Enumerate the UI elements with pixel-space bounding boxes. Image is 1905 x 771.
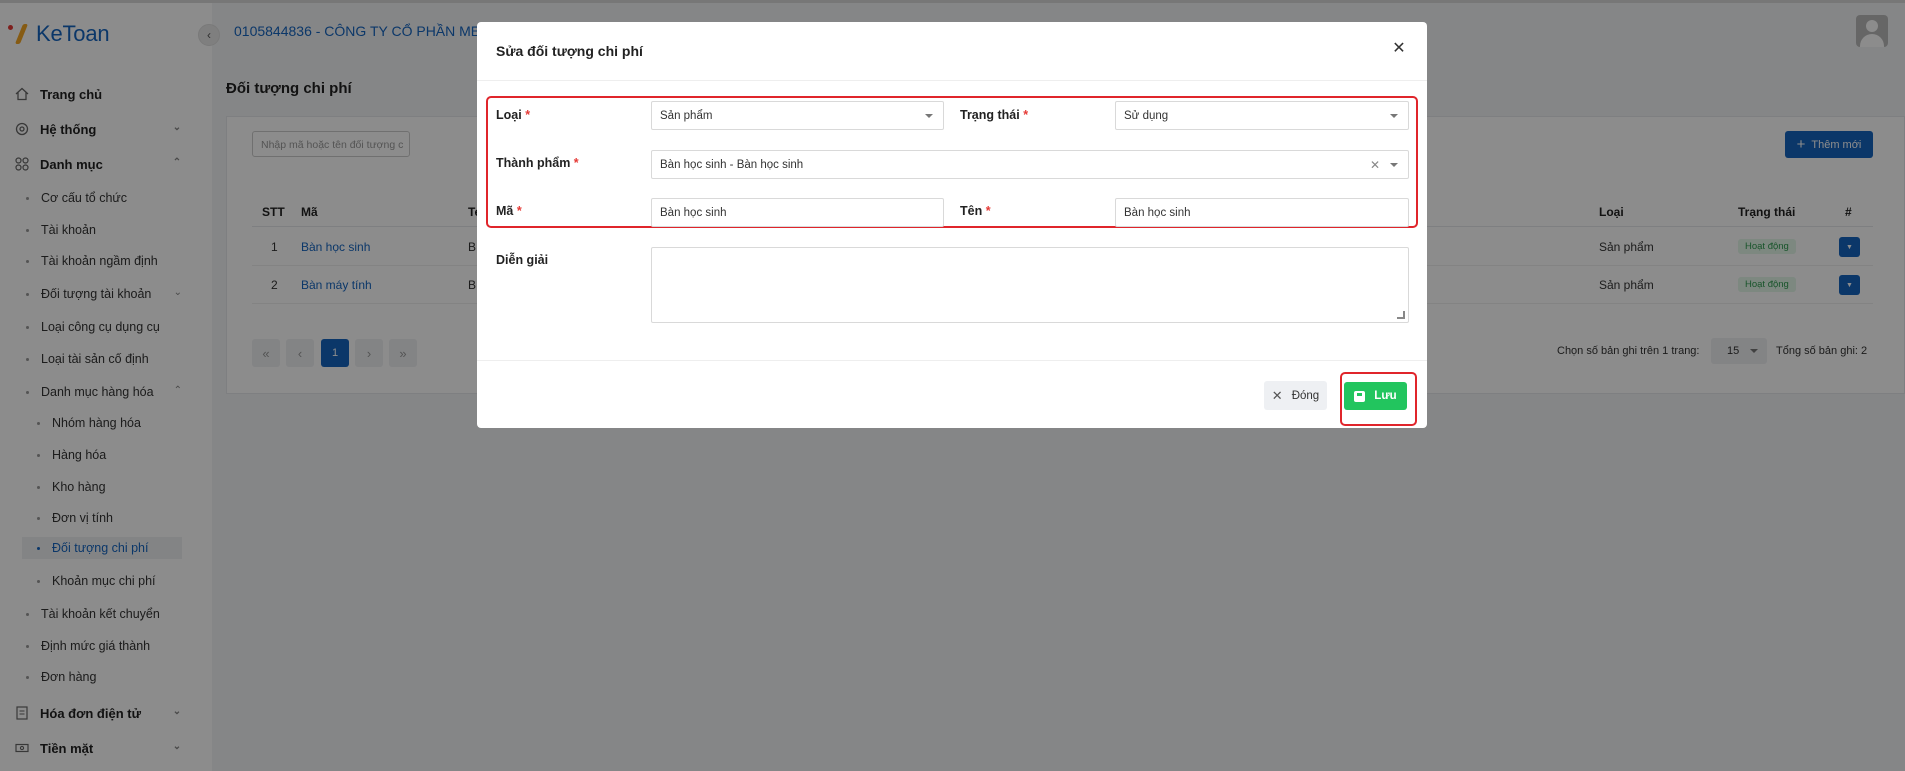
close-button-label: Đóng bbox=[1291, 389, 1320, 402]
status-select[interactable]: Sử dụng bbox=[1115, 101, 1409, 130]
status-label: Trạng thái * bbox=[960, 108, 1029, 122]
code-input[interactable]: Bàn học sinh bbox=[651, 198, 944, 227]
caret-down-icon bbox=[1390, 163, 1398, 167]
name-label: Tên * bbox=[960, 204, 991, 218]
caret-down-icon bbox=[925, 114, 933, 118]
close-icon: ✕ bbox=[1271, 387, 1283, 403]
product-select[interactable]: Bàn học sinh - Bàn học sinh ✕ bbox=[651, 150, 1409, 179]
save-button[interactable]: Lưu bbox=[1344, 382, 1407, 410]
description-textarea[interactable] bbox=[651, 247, 1409, 323]
type-label: Loại * bbox=[496, 108, 531, 122]
name-input[interactable]: Bàn học sinh bbox=[1115, 198, 1409, 227]
edit-cost-object-dialog: Sửa đối tượng chi phí ✕ Loại * Sản phẩm … bbox=[477, 22, 1427, 428]
close-button[interactable]: ✕ Đóng bbox=[1264, 381, 1327, 410]
product-label: Thành phẩm * bbox=[496, 156, 579, 170]
save-button-label: Lưu bbox=[1374, 390, 1397, 402]
resize-handle-icon[interactable] bbox=[1397, 311, 1405, 319]
description-label: Diễn giải bbox=[496, 253, 549, 267]
close-icon[interactable]: ✕ bbox=[1391, 41, 1407, 57]
dialog-title: Sửa đối tượng chi phí bbox=[496, 43, 643, 59]
divider bbox=[477, 80, 1427, 81]
type-select[interactable]: Sản phẩm bbox=[651, 101, 944, 130]
save-icon bbox=[1354, 390, 1366, 402]
divider bbox=[477, 360, 1427, 361]
code-label: Mã * bbox=[496, 204, 522, 218]
caret-down-icon bbox=[1390, 114, 1398, 118]
clear-icon[interactable]: ✕ bbox=[1370, 158, 1380, 172]
